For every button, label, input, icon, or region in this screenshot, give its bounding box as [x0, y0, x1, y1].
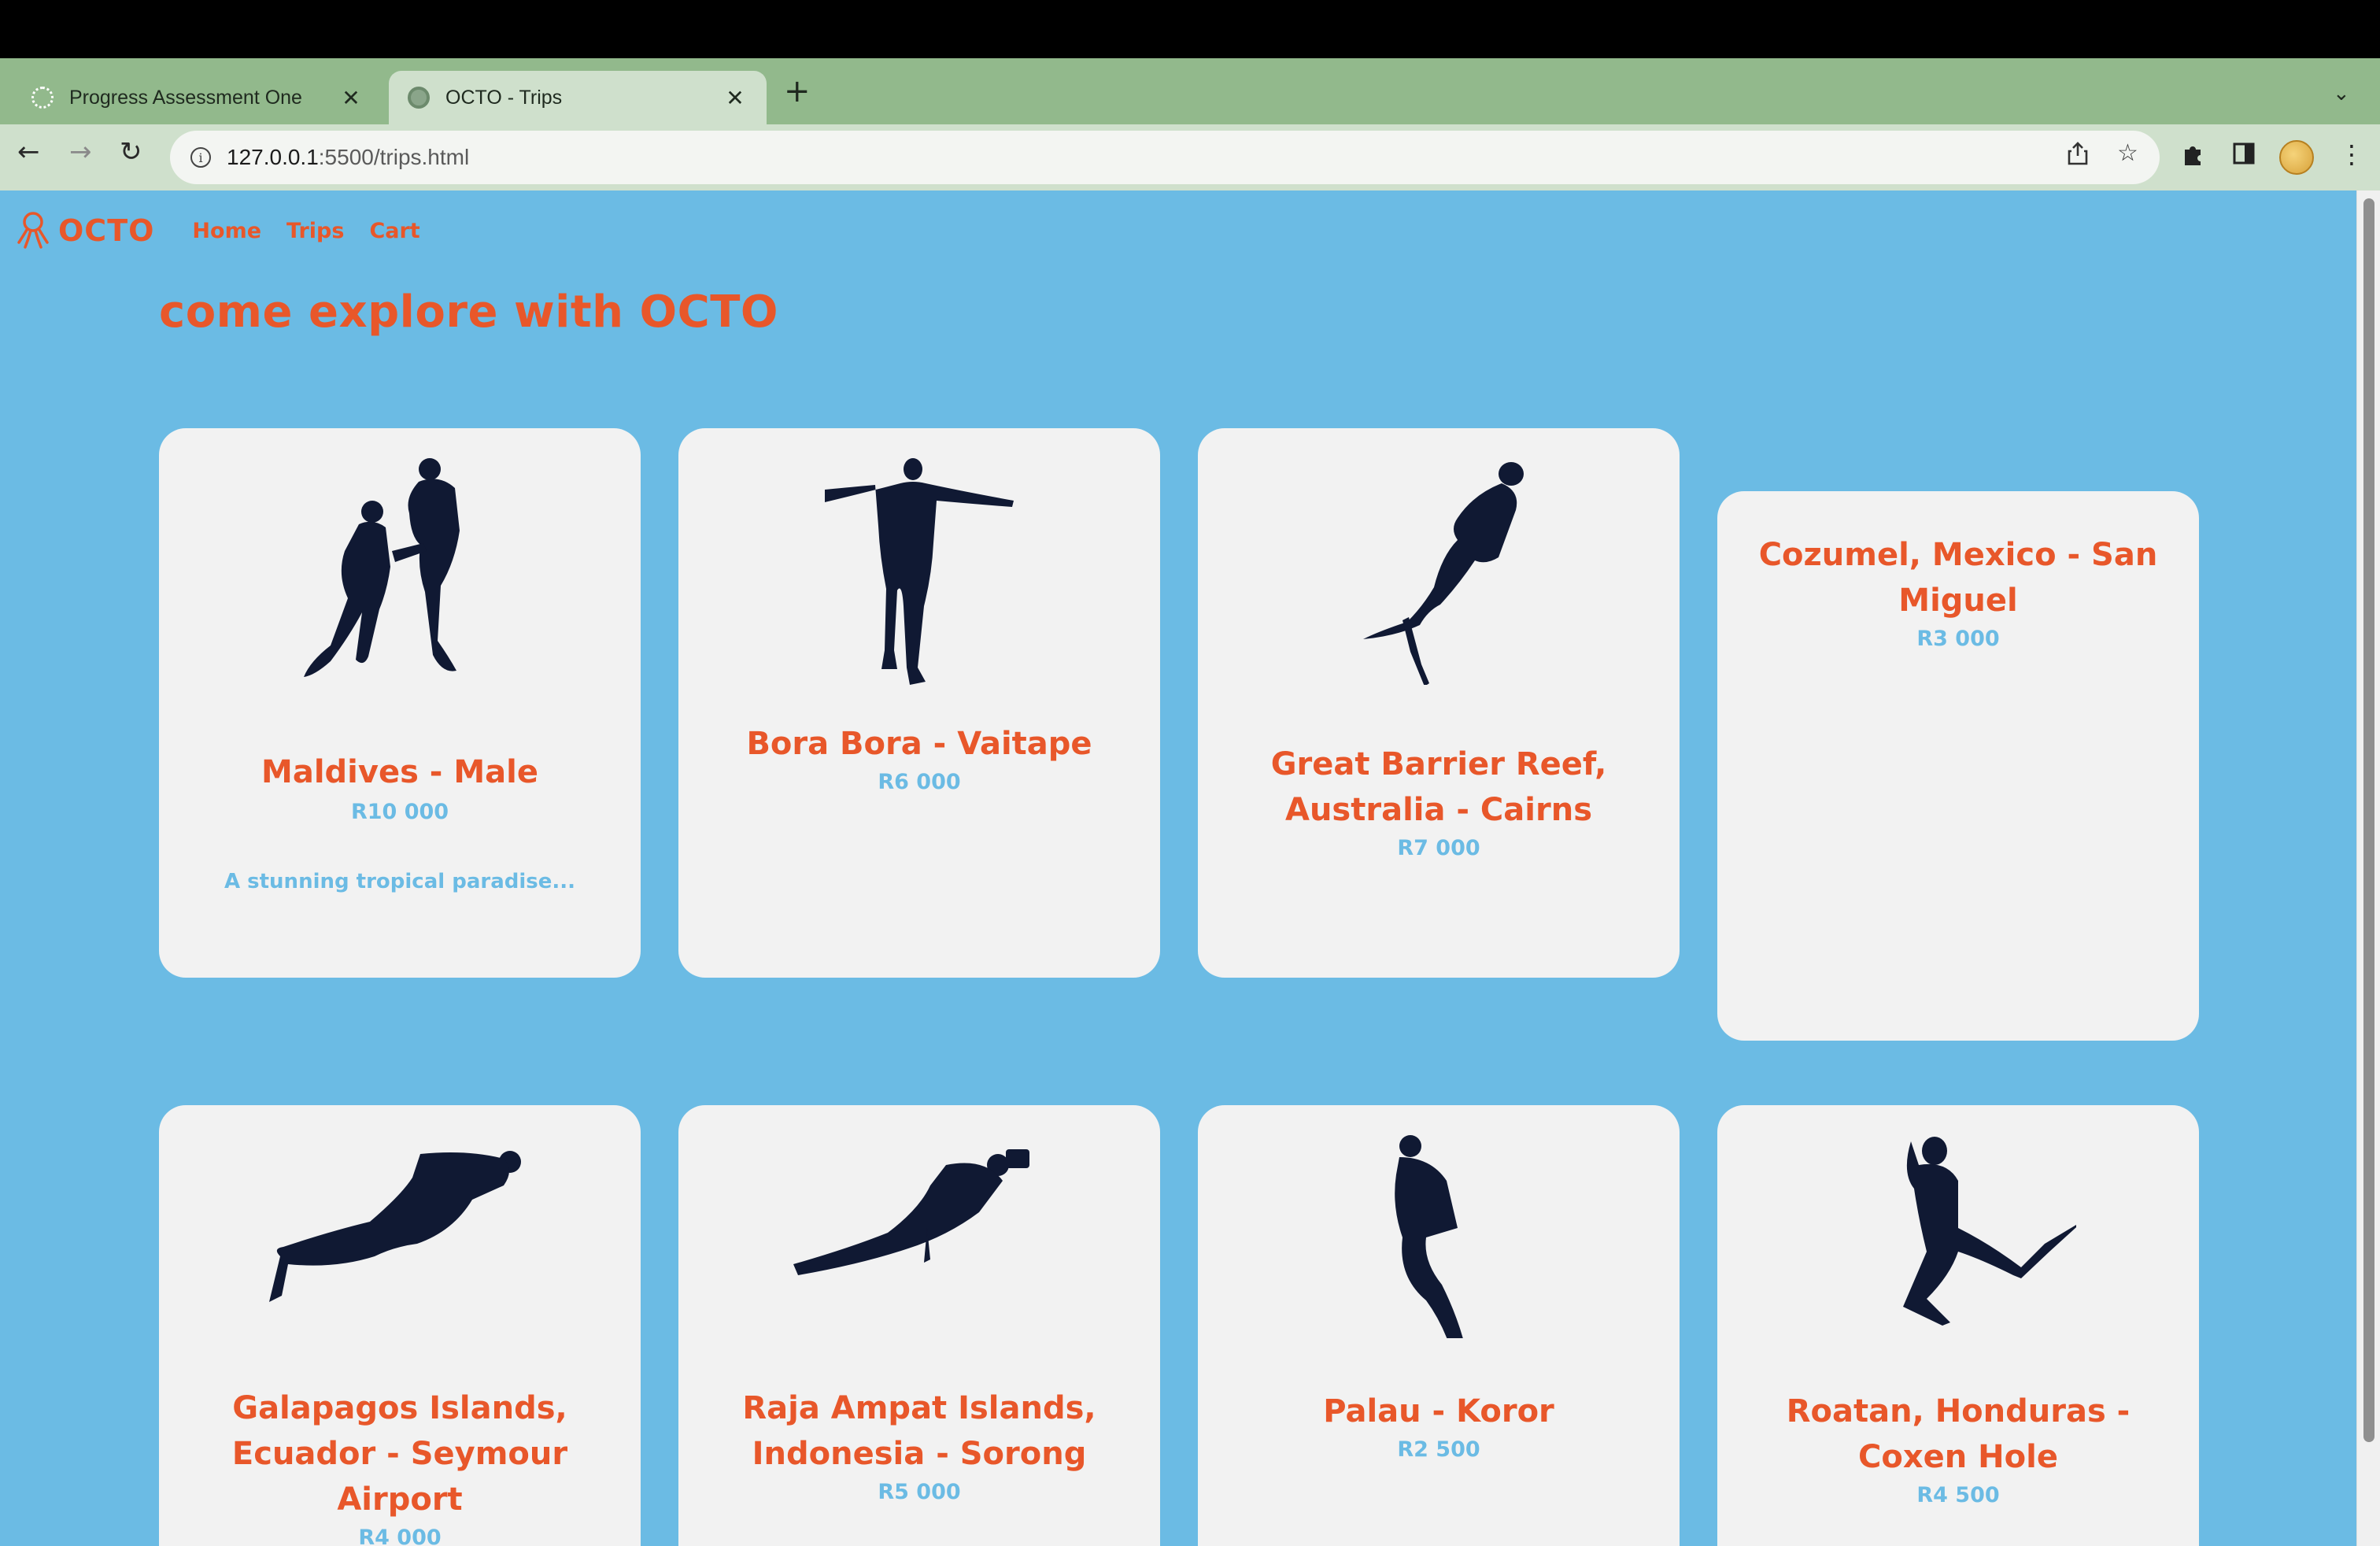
- trip-price: R10 000: [350, 800, 449, 824]
- url-path: :5500/trips.html: [318, 145, 470, 169]
- trip-price: R4 000: [358, 1526, 442, 1546]
- trip-description: A stunning tropical paradise...: [224, 870, 576, 893]
- browser-menu-icon[interactable]: ⋮: [2339, 142, 2364, 167]
- diver-horizontal-silhouette-icon: [269, 1151, 521, 1302]
- reload-icon[interactable]: ↻: [120, 139, 142, 165]
- trip-card-maldives[interactable]: Maldives - Male R10 000 A stunning tropi…: [159, 428, 641, 978]
- browser-tab-octo-trips[interactable]: OCTO - Trips ✕: [389, 71, 767, 124]
- side-panel-icon[interactable]: [2232, 142, 2256, 169]
- site-navbar: OCTO Home Trips Cart: [16, 211, 445, 250]
- trip-card-great-barrier-reef[interactable]: Great Barrier Reef, Australia - Cairns R…: [1198, 428, 1680, 978]
- nav-link-trips[interactable]: Trips: [286, 219, 344, 243]
- trip-price: R5 000: [878, 1480, 961, 1504]
- browser-toolbar: ← → ↻ i 127.0.0.1:5500/trips.html ☆ ⋮: [0, 124, 2380, 190]
- nav-link-home[interactable]: Home: [192, 219, 261, 243]
- trip-card-bora-bora[interactable]: Bora Bora - Vaitape R6 000: [678, 428, 1160, 978]
- trip-price: R7 000: [1397, 836, 1480, 860]
- two-divers-silhouette-icon: [304, 458, 460, 677]
- address-bar[interactable]: i 127.0.0.1:5500/trips.html: [170, 131, 2160, 184]
- octopus-logo-icon: [17, 212, 49, 249]
- trip-price: R3 000: [1916, 627, 2000, 651]
- browser-tab-strip: Progress Assessment One ✕ OCTO - Trips ✕: [0, 58, 2380, 124]
- diver-swimming-silhouette-icon: [1363, 462, 1524, 685]
- trip-card-cozumel[interactable]: Cozumel, Mexico - San Miguel R3 000: [1717, 491, 2199, 1041]
- url-host: 127.0.0.1: [227, 145, 319, 169]
- trip-name: Roatan, Honduras - Coxen Hole: [1786, 1393, 2131, 1475]
- trip-name: Cozumel, Mexico - San Miguel: [1758, 537, 2158, 619]
- diver-camera-silhouette-icon: [793, 1149, 1029, 1275]
- logo-text[interactable]: OCTO: [58, 213, 154, 248]
- close-tab-icon[interactable]: ✕: [338, 85, 364, 111]
- trip-name: Galapagos Islands, Ecuador - Seymour Air…: [231, 1390, 568, 1518]
- trip-name: Great Barrier Reef, Australia - Cairns: [1270, 746, 1607, 828]
- loading-favicon-icon: [31, 87, 54, 109]
- trip-price: R2 500: [1397, 1437, 1480, 1462]
- nav-link-cart[interactable]: Cart: [369, 219, 419, 243]
- extensions-puzzle-icon[interactable]: [2180, 142, 2205, 171]
- bookmark-star-icon[interactable]: ☆: [2117, 142, 2138, 165]
- page-title: come explore with OCTO: [159, 287, 779, 338]
- tab-title: OCTO - Trips: [445, 86, 563, 109]
- forward-arrow-icon[interactable]: →: [69, 139, 92, 165]
- tab-search-chevron-icon[interactable]: ⌄: [2333, 82, 2350, 105]
- trip-card-galapagos[interactable]: Galapagos Islands, Ecuador - Seymour Air…: [159, 1105, 641, 1546]
- trip-card-roatan[interactable]: Roatan, Honduras - Coxen Hole R4 500: [1717, 1105, 2199, 1546]
- diver-kicking-silhouette-icon: [1903, 1137, 2076, 1326]
- diver-descending-silhouette-icon: [1395, 1135, 1463, 1338]
- trip-price: R6 000: [878, 770, 961, 794]
- trip-name: Raja Ampat Islands, Indonesia - Sorong: [742, 1390, 1096, 1472]
- page-scrollbar[interactable]: [2356, 190, 2380, 1546]
- share-icon[interactable]: [2067, 142, 2089, 170]
- trip-name: Bora Bora - Vaitape: [746, 726, 1092, 762]
- close-tab-icon[interactable]: ✕: [722, 85, 748, 111]
- diver-arms-out-silhouette-icon: [825, 458, 1014, 685]
- new-tab-button[interactable]: +: [784, 76, 811, 107]
- trip-name: Maldives - Male: [261, 754, 538, 790]
- profile-avatar[interactable]: [2279, 140, 2314, 175]
- trip-card-raja-ampat[interactable]: Raja Ampat Islands, Indonesia - Sorong R…: [678, 1105, 1160, 1546]
- scrollbar-thumb[interactable]: [2363, 198, 2374, 1442]
- trip-card-palau[interactable]: Palau - Koror R2 500: [1198, 1105, 1680, 1546]
- back-arrow-icon[interactable]: ←: [17, 139, 40, 165]
- site-info-icon[interactable]: i: [190, 147, 211, 168]
- trip-name: Palau - Koror: [1323, 1393, 1554, 1429]
- page-viewport: OCTO Home Trips Cart come explore with O…: [0, 190, 2380, 1546]
- globe-favicon-icon: [408, 87, 430, 109]
- browser-tab-progress-assessment[interactable]: Progress Assessment One ✕: [13, 71, 382, 124]
- os-menu-bar: [0, 0, 2380, 58]
- trip-price: R4 500: [1916, 1483, 2000, 1507]
- tab-title: Progress Assessment One: [69, 86, 302, 109]
